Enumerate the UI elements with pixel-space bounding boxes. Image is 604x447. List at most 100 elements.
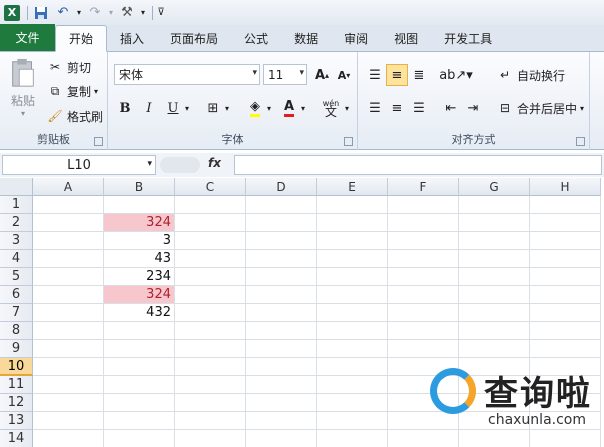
merge-center-button[interactable]: ⊟ 合并后居中 ▾ xyxy=(496,99,584,117)
cell-c14[interactable] xyxy=(175,430,246,447)
cell-c1[interactable] xyxy=(175,196,246,214)
cell-c7[interactable] xyxy=(175,304,246,322)
cell-b7[interactable]: 432 xyxy=(104,304,175,322)
cell-h5[interactable] xyxy=(530,268,601,286)
cell-h6[interactable] xyxy=(530,286,601,304)
cell-d1[interactable] xyxy=(246,196,317,214)
cell-b8[interactable] xyxy=(104,322,175,340)
tab-data[interactable]: 数据 xyxy=(281,25,331,51)
cell-e4[interactable] xyxy=(317,250,388,268)
cell-e13[interactable] xyxy=(317,412,388,430)
cell-b13[interactable] xyxy=(104,412,175,430)
underline-dropdown[interactable]: ▾ xyxy=(182,97,192,119)
grow-font-button[interactable]: A ▴ xyxy=(311,64,333,86)
increase-indent-button[interactable]: ⇥ xyxy=(462,97,484,119)
save-icon[interactable] xyxy=(31,3,51,23)
cell-f7[interactable] xyxy=(388,304,459,322)
cell-c4[interactable] xyxy=(175,250,246,268)
cut-button[interactable]: ✂ 剪切 xyxy=(46,58,91,76)
column-header-g[interactable]: G xyxy=(459,178,530,196)
cell-a4[interactable] xyxy=(33,250,104,268)
tab-view[interactable]: 视图 xyxy=(381,25,431,51)
align-left-button[interactable]: ☰ xyxy=(364,97,386,119)
row-header-7[interactable]: 7 xyxy=(0,304,33,322)
phonetic-dropdown[interactable]: ▾ xyxy=(342,97,352,119)
cell-c2[interactable] xyxy=(175,214,246,232)
dialog-launcher-icon[interactable] xyxy=(344,137,353,146)
cell-e9[interactable] xyxy=(317,340,388,358)
undo-icon[interactable]: ↶ xyxy=(53,3,73,23)
cell-a10[interactable] xyxy=(33,358,104,376)
cell-a11[interactable] xyxy=(33,376,104,394)
formula-bar-splitter[interactable] xyxy=(160,157,200,173)
cell-b11[interactable] xyxy=(104,376,175,394)
cell-a9[interactable] xyxy=(33,340,104,358)
row-header-2[interactable]: 2 xyxy=(0,214,33,232)
row-header-3[interactable]: 3 xyxy=(0,232,33,250)
copy-button[interactable]: ⧉ 复制 ▾ xyxy=(46,82,98,100)
dialog-launcher-icon[interactable] xyxy=(576,137,585,146)
font-name-combo[interactable]: 宋体 ▾ xyxy=(114,64,260,85)
italic-button[interactable]: I xyxy=(138,97,160,119)
cell-a7[interactable] xyxy=(33,304,104,322)
cell-g9[interactable] xyxy=(459,340,530,358)
cell-g7[interactable] xyxy=(459,304,530,322)
cell-b2[interactable]: 324 xyxy=(104,214,175,232)
cell-d7[interactable] xyxy=(246,304,317,322)
align-bottom-button[interactable]: ≣ xyxy=(408,64,430,86)
cell-c12[interactable] xyxy=(175,394,246,412)
cell-e5[interactable] xyxy=(317,268,388,286)
cell-b5[interactable]: 234 xyxy=(104,268,175,286)
formula-input[interactable] xyxy=(234,155,602,175)
cell-c11[interactable] xyxy=(175,376,246,394)
row-header-9[interactable]: 9 xyxy=(0,340,33,358)
row-header-12[interactable]: 12 xyxy=(0,394,33,412)
cell-c10[interactable] xyxy=(175,358,246,376)
row-header-11[interactable]: 11 xyxy=(0,376,33,394)
row-header-13[interactable]: 13 xyxy=(0,412,33,430)
cell-e12[interactable] xyxy=(317,394,388,412)
cell-c9[interactable] xyxy=(175,340,246,358)
tools-dropdown-icon[interactable]: ▾ xyxy=(139,3,147,23)
shrink-font-button[interactable]: A ▾ xyxy=(333,64,355,86)
paste-button[interactable]: 粘贴 ▾ xyxy=(6,58,40,118)
row-header-8[interactable]: 8 xyxy=(0,322,33,340)
cell-b10[interactable] xyxy=(104,358,175,376)
tab-insert[interactable]: 插入 xyxy=(107,25,157,51)
tab-home[interactable]: 开始 xyxy=(55,25,108,52)
cell-e2[interactable] xyxy=(317,214,388,232)
phonetic-button[interactable]: wén 文 xyxy=(318,97,344,119)
cell-d12[interactable] xyxy=(246,394,317,412)
fill-color-dropdown[interactable]: ▾ xyxy=(264,97,274,119)
cell-e7[interactable] xyxy=(317,304,388,322)
cell-e3[interactable] xyxy=(317,232,388,250)
cell-e8[interactable] xyxy=(317,322,388,340)
cell-b6[interactable]: 324 xyxy=(104,286,175,304)
redo-dropdown-icon[interactable]: ▾ xyxy=(107,3,115,23)
cell-a3[interactable] xyxy=(33,232,104,250)
cell-f8[interactable] xyxy=(388,322,459,340)
column-header-b[interactable]: B xyxy=(104,178,175,196)
tools-icon[interactable]: ⚒ xyxy=(117,3,137,23)
select-all-corner[interactable] xyxy=(0,178,33,196)
cell-g6[interactable] xyxy=(459,286,530,304)
tab-page-layout[interactable]: 页面布局 xyxy=(157,25,231,51)
cell-a5[interactable] xyxy=(33,268,104,286)
tab-file[interactable]: 文件 xyxy=(0,24,55,51)
cell-f6[interactable] xyxy=(388,286,459,304)
column-header-d[interactable]: D xyxy=(246,178,317,196)
cell-d10[interactable] xyxy=(246,358,317,376)
tab-developer[interactable]: 开发工具 xyxy=(431,25,505,51)
format-painter-button[interactable]: 🖌 格式刷 xyxy=(46,107,103,125)
cell-d9[interactable] xyxy=(246,340,317,358)
cell-h1[interactable] xyxy=(530,196,601,214)
cell-e10[interactable] xyxy=(317,358,388,376)
cell-f1[interactable] xyxy=(388,196,459,214)
column-header-e[interactable]: E xyxy=(317,178,388,196)
column-header-f[interactable]: F xyxy=(388,178,459,196)
cell-g2[interactable] xyxy=(459,214,530,232)
tab-formulas[interactable]: 公式 xyxy=(231,25,281,51)
cell-h9[interactable] xyxy=(530,340,601,358)
cell-e1[interactable] xyxy=(317,196,388,214)
decrease-indent-button[interactable]: ⇤ xyxy=(440,97,462,119)
